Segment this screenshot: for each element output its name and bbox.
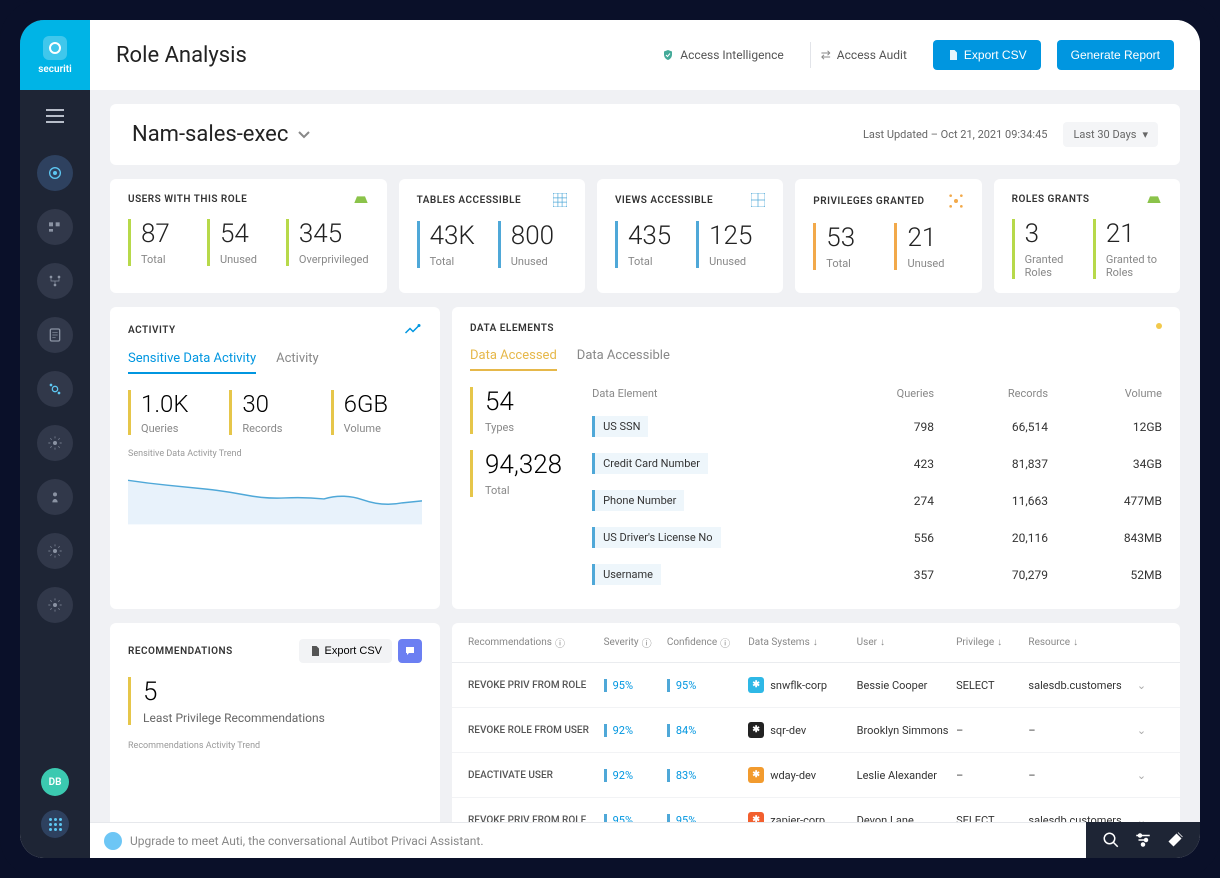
nav-item-2[interactable] [37,209,73,245]
data-elements-table: Data Element Queries Records Volume US S… [592,387,1162,593]
brand-name: securiti [38,64,71,75]
network-icon [948,193,964,209]
stat-tables: TABLES ACCESSIBLE 43KTotal 800Unused [399,179,585,293]
stat-roles: ROLES GRANTS 3Granted Roles 21Granted to… [994,179,1180,293]
user-avatar[interactable]: DB [41,768,69,796]
caret-down-icon: ▾ [1142,128,1148,141]
sort-icon[interactable]: ↓ [1073,637,1078,648]
menu-toggle-icon[interactable] [46,108,64,127]
tab-data-accessible[interactable]: Data Accessible [577,348,670,371]
table-icon [553,193,567,207]
chat-icon [404,645,416,657]
table-row[interactable]: Username35770,27952MB [592,556,1162,593]
tools-icon[interactable] [1166,831,1184,849]
nav-item-4[interactable] [37,317,73,353]
access-intelligence-link[interactable]: Access Intelligence [652,42,793,68]
stat-privs: PRIVILEGES GRANTED 53Total 21Unused [795,179,981,293]
file-icon [309,645,321,657]
table-row[interactable]: Phone Number27411,663477MB [592,482,1162,519]
info-icon: ⓘ [642,635,652,650]
data-elements-card: DATA ELEMENTS Data Accessed Data Accessi… [452,307,1180,609]
data-element-pill: Phone Number [592,490,684,511]
tab-activity[interactable]: Activity [276,351,319,374]
search-icon[interactable] [1102,831,1120,849]
table-row[interactable]: REVOKE ROLE FROM USER 92% 84% ✱sqr-dev B… [452,708,1180,753]
table-row[interactable]: US SSN79866,51412GB [592,408,1162,445]
sort-icon[interactable]: ↓ [997,637,1002,648]
recommendations-table: Recommendations ⓘ Severity ⓘ Confidence … [452,623,1180,822]
stat-users: USERS WITH THIS ROLE 87Total 54Unused 34… [110,179,387,293]
expand-row-icon[interactable]: ⌄ [1137,814,1164,823]
header: Role Analysis Access Intelligence ⇄ Acce… [90,20,1200,90]
sort-icon[interactable]: ↓ [880,637,885,648]
nav-item-1[interactable] [37,155,73,191]
chart-line-icon [404,323,422,337]
expand-row-icon[interactable]: ⌄ [1137,679,1164,692]
nav-list [37,155,73,623]
page-title: Role Analysis [116,43,247,68]
nav-item-8[interactable] [37,533,73,569]
rec-export-button[interactable]: Export CSV [299,639,392,663]
recommendations-card: RECOMMENDATIONS Export CSV 5 Least Privi… [110,623,440,822]
expand-row-icon[interactable]: ⌄ [1137,769,1164,782]
nav-item-7[interactable] [37,479,73,515]
data-element-pill: US Driver's License No [592,527,720,548]
table-row[interactable]: DEACTIVATE USER 92% 83% ✱wday-dev Leslie… [452,753,1180,798]
expand-row-icon[interactable]: ⌄ [1137,724,1164,737]
data-element-pill: Credit Card Number [592,453,708,474]
shield-check-icon [662,49,674,61]
tab-data-accessed[interactable]: Data Accessed [470,348,557,371]
role-name-dropdown[interactable]: Nam-sales-exec [132,122,310,147]
status-dot-icon [1156,323,1162,329]
tab-sensitive-data[interactable]: Sensitive Data Activity [128,351,256,374]
table-row[interactable]: Credit Card Number42381,83734GB [592,445,1162,482]
nav-item-3[interactable] [37,263,73,299]
nav-item-9[interactable] [37,587,73,623]
activity-trend-chart [128,465,422,525]
table-row[interactable]: REVOKE PRIV FROM ROLE 95% 95% ✱snwflk-co… [452,663,1180,708]
nav-item-5[interactable] [37,371,73,407]
hat-icon [353,193,369,205]
chevron-down-icon [298,131,310,139]
assistant-bar[interactable]: Upgrade to meet Auti, the conversational… [90,822,1086,858]
stat-views: VIEWS ACCESSIBLE 435Total 125Unused [597,179,783,293]
filter-icon[interactable] [1134,831,1152,849]
sidebar: securiti DB [20,20,90,858]
table-row[interactable]: REVOKE PRIV FROM ROLE 95% 95% ✱zapier-co… [452,798,1180,822]
assistant-icon [104,832,122,850]
last-updated: Last Updated – Oct 21, 2021 09:34:45 [863,128,1048,141]
data-element-pill: US SSN [592,416,648,437]
apps-icon[interactable] [41,810,69,838]
grid-icon [751,193,765,207]
brand-logo[interactable]: securiti [20,20,90,90]
generate-report-button[interactable]: Generate Report [1057,40,1174,70]
info-icon: ⓘ [720,635,730,650]
table-row[interactable]: US Driver's License No55620,116843MB [592,519,1162,556]
file-icon [947,49,959,61]
role-selector-card: Nam-sales-exec Last Updated – Oct 21, 20… [110,104,1180,165]
chat-button[interactable] [398,639,422,663]
export-csv-button[interactable]: Export CSV [933,40,1041,70]
bottom-toolbar [1086,822,1200,858]
date-range-dropdown[interactable]: Last 30 Days ▾ [1063,122,1158,147]
sort-icon[interactable]: ↓ [813,637,818,648]
hat-icon [1146,193,1162,205]
data-element-pill: Username [592,564,661,585]
info-icon: ⓘ [555,635,565,650]
activity-card: ACTIVITY Sensitive Data Activity Activit… [110,307,440,609]
access-audit-link[interactable]: ⇄ Access Audit [810,42,917,68]
nav-item-6[interactable] [37,425,73,461]
